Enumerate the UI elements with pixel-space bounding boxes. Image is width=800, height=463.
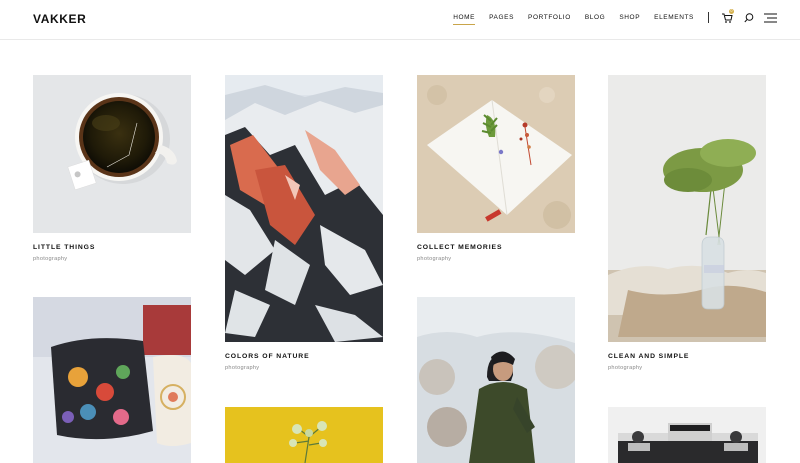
nav-item-pages[interactable]: PAGES [489,14,514,25]
portfolio-item-collect-memories[interactable]: COLLECT MEMORIES photography [417,75,575,262]
search-icon[interactable] [743,11,757,25]
portfolio-title[interactable]: COLLECT MEMORIES [417,244,575,251]
nav-item-shop[interactable]: SHOP [619,14,640,25]
portfolio-item-man-nature[interactable] [417,297,575,463]
main-nav: HOME PAGES PORTFOLIO BLOG SHOP ELEMENTS [453,14,694,25]
yellow-flower-image [225,407,383,463]
hamburger-menu-icon[interactable] [764,11,778,25]
portfolio-item-colors-of-nature[interactable]: COLORS OF NATURE photography [225,75,383,371]
tea-cup-image [33,75,191,233]
header-divider [708,12,709,23]
portfolio-item-little-things[interactable]: LITTLE THINGS photography [33,75,191,262]
portfolio-item-pillows[interactable] [33,297,191,463]
portfolio-item-clean-and-simple[interactable]: CLEAN AND SIMPLE photography [608,75,766,371]
portfolio-category[interactable]: photography [608,365,766,371]
portfolio-title[interactable]: LITTLE THINGS [33,244,191,251]
portfolio-item-yellow[interactable] [225,407,383,463]
nav-item-home[interactable]: HOME [453,14,476,25]
man-outdoors-image [417,297,575,463]
site-logo[interactable]: VAKKER [33,12,86,26]
cart-icon[interactable]: 0 [721,9,735,25]
portfolio-title[interactable]: COLORS OF NATURE [225,353,383,360]
nav-item-blog[interactable]: BLOG [585,14,605,25]
portfolio-category[interactable]: photography [33,256,191,262]
cart-count-badge: 0 [729,9,734,14]
flower-bottle-image [608,75,766,342]
nav-item-portfolio[interactable]: PORTFOLIO [528,14,571,25]
notebook-image [417,75,575,233]
portfolio-title[interactable]: CLEAN AND SIMPLE [608,353,766,360]
pillows-image [33,297,191,463]
site-header: VAKKER HOME PAGES PORTFOLIO BLOG SHOP EL… [0,0,800,40]
portfolio-item-camera[interactable] [608,407,766,463]
mountain-image [225,75,383,342]
nav-item-elements[interactable]: ELEMENTS [654,14,694,25]
portfolio-category[interactable]: photography [417,256,575,262]
portfolio-category[interactable]: photography [225,365,383,371]
camera-image [608,407,766,463]
